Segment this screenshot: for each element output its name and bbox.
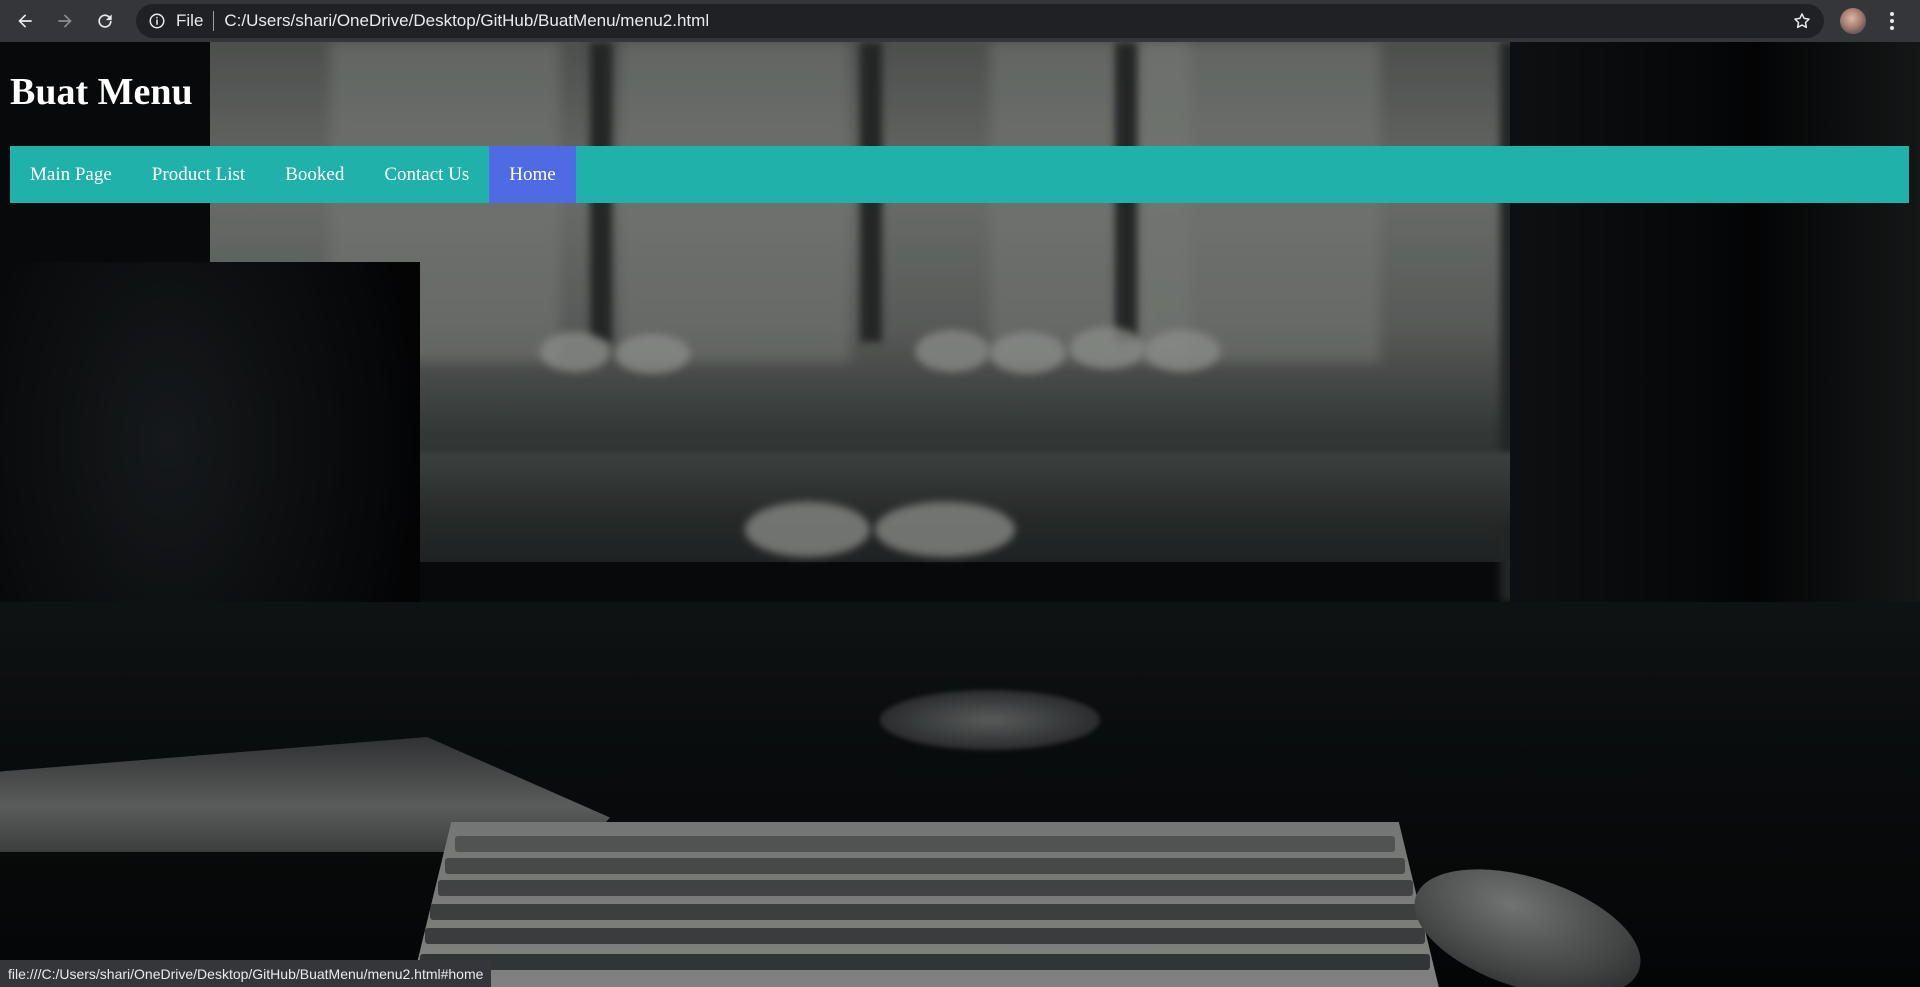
back-button[interactable]	[10, 6, 40, 36]
reload-button[interactable]	[90, 6, 120, 36]
nav-item-booked[interactable]: Booked	[265, 146, 364, 203]
nav-item-home[interactable]: Home	[489, 146, 576, 203]
main-nav: Main Page Product List Booked Contact Us…	[10, 146, 1909, 203]
browser-toolbar: File C:/Users/shari/OneDrive/Desktop/Git…	[0, 0, 1920, 42]
status-bar: file:///C:/Users/shari/OneDrive/Desktop/…	[0, 960, 492, 987]
nav-item-product-list[interactable]: Product List	[132, 146, 265, 203]
arrow-left-icon	[18, 14, 32, 28]
address-separator	[213, 11, 215, 31]
address-scheme: File	[176, 11, 204, 30]
nav-item-contact-us[interactable]: Contact Us	[364, 146, 489, 203]
address-url[interactable]: C:/Users/shari/OneDrive/Desktop/GitHub/B…	[224, 11, 709, 31]
info-icon[interactable]	[148, 12, 166, 30]
address-bar[interactable]: File C:/Users/shari/OneDrive/Desktop/Git…	[136, 4, 1824, 38]
kebab-menu-icon[interactable]	[1882, 9, 1902, 33]
nav-item-main-page[interactable]: Main Page	[10, 146, 132, 203]
star-icon[interactable]	[1792, 11, 1812, 31]
page-title: Buat Menu	[10, 71, 193, 113]
avatar[interactable]	[1840, 8, 1866, 34]
reload-icon	[98, 14, 112, 28]
arrow-right-icon	[58, 14, 72, 28]
forward-button[interactable]	[50, 6, 80, 36]
page-viewport: Buat Menu Main Page Product List Booked …	[0, 42, 1920, 987]
